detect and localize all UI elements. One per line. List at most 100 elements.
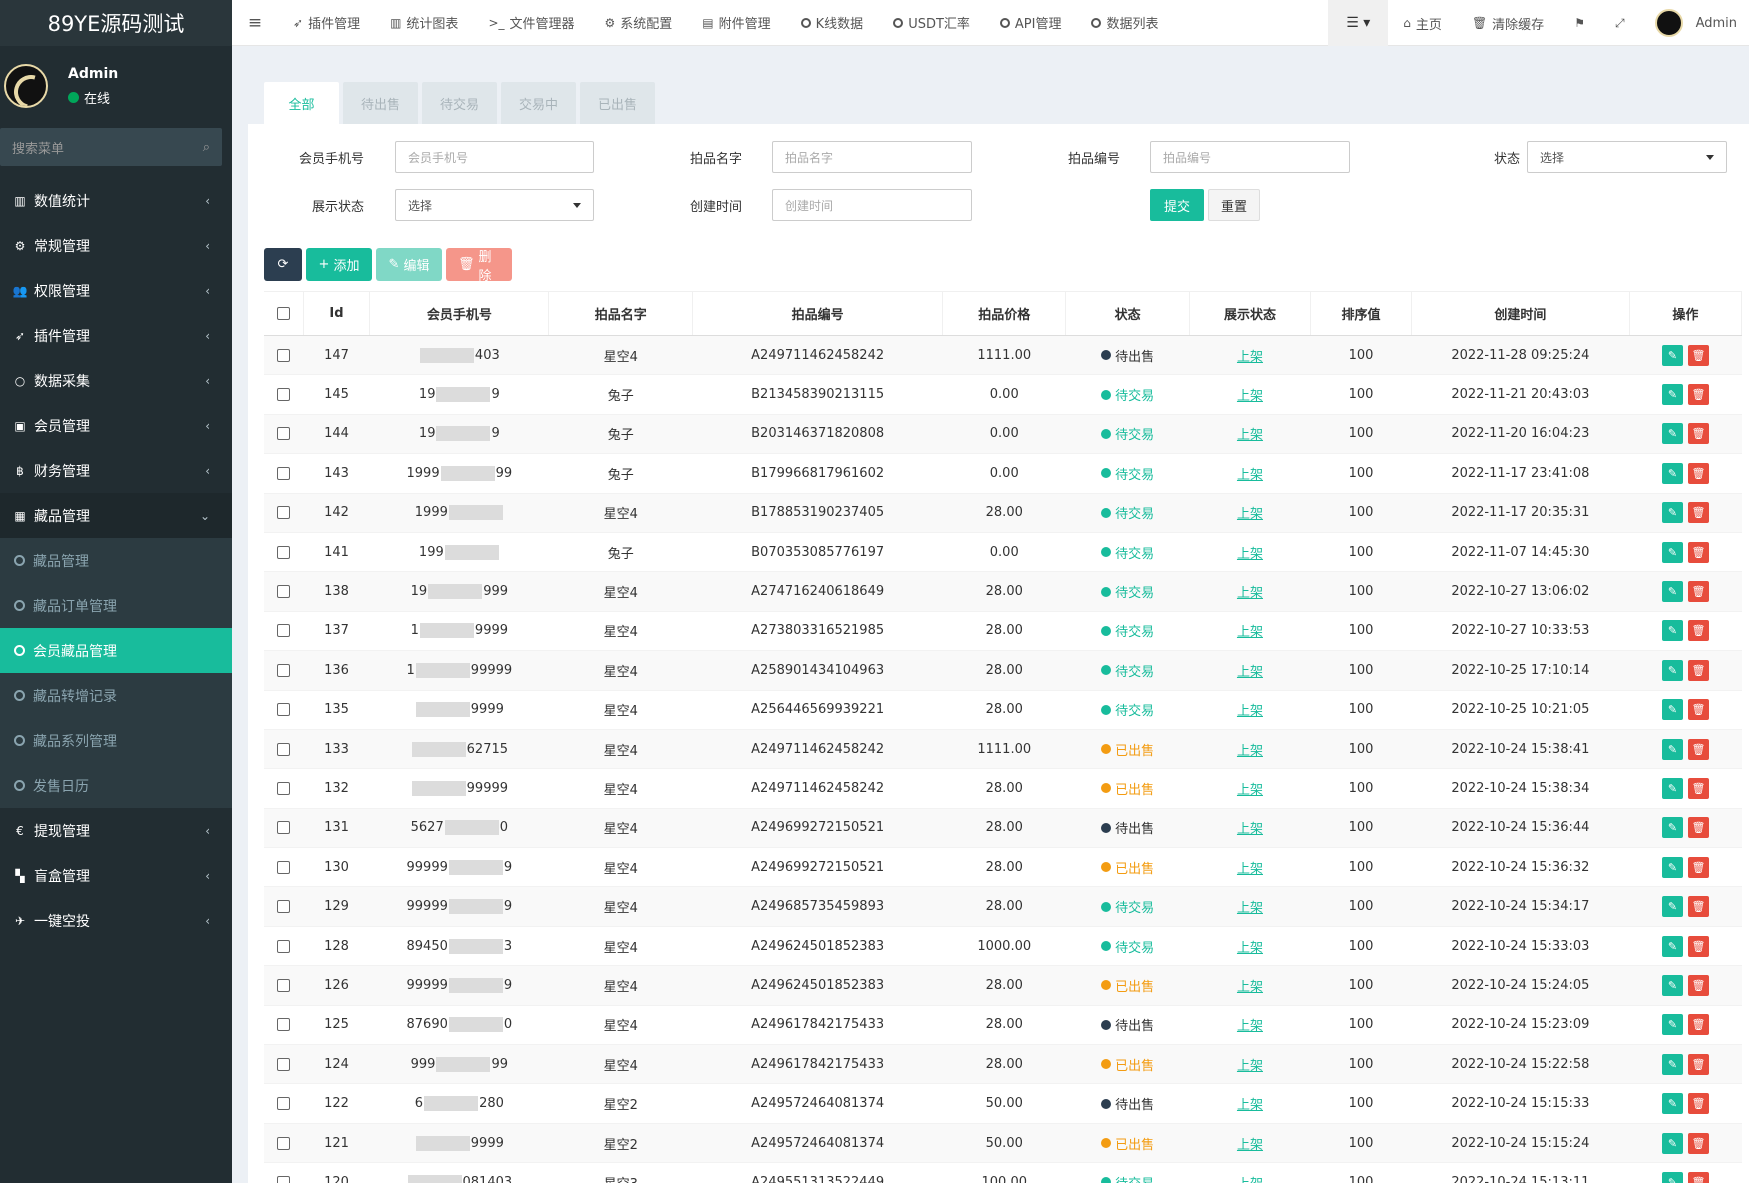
display-status-link[interactable]: 上架	[1237, 468, 1263, 483]
sidebar-item-after-0[interactable]: € 提现管理 ‹	[0, 808, 232, 853]
row-edit-icon[interactable]: ✎	[1661, 1171, 1683, 1183]
table-row[interactable]: 142 1999 星空4 B178853190237405 28.00 待交易 上架 100 2…	[264, 493, 1742, 533]
sidebar-item-3[interactable]: ➶ 插件管理 ‹	[0, 313, 232, 358]
name-input[interactable]: 拍品名字	[772, 141, 972, 173]
display-status-link[interactable]: 上架	[1237, 901, 1263, 916]
display-status-link[interactable]: 上架	[1237, 389, 1263, 404]
sidebar-item-0[interactable]: ▥ 数值统计 ‹	[0, 178, 232, 223]
display-status-link[interactable]: 上架	[1237, 1177, 1263, 1183]
row-delete-icon[interactable]: 🗑	[1687, 777, 1709, 799]
row-edit-icon[interactable]: ✎	[1661, 777, 1683, 799]
nav-link-2[interactable]: >_ 文件管理器	[473, 0, 589, 46]
display-status-link[interactable]: 上架	[1237, 1098, 1263, 1113]
table-row[interactable]: 133 62715 星空4 A249711462458242 1111.00 已出售 上架 1…	[264, 729, 1742, 770]
tab-0[interactable]: 全部	[264, 82, 339, 124]
sidebar-subitem-5[interactable]: 发售日历	[0, 763, 232, 808]
row-edit-icon[interactable]: ✎	[1661, 1053, 1683, 1075]
created-time-input[interactable]: 创建时间	[772, 189, 972, 221]
phone-input[interactable]: 会员手机号	[395, 141, 594, 173]
edit-button[interactable]: ✎ 编辑	[376, 248, 442, 281]
nav-link-0[interactable]: ➶ 插件管理	[278, 0, 375, 46]
row-checkbox[interactable]	[277, 939, 291, 953]
row-delete-icon[interactable]: 🗑	[1687, 462, 1709, 484]
nav-link-6[interactable]: USDT汇率	[878, 0, 985, 46]
sidebar-subitem-2[interactable]: 会员藏品管理	[0, 628, 232, 673]
submit-button[interactable]: 提交	[1150, 189, 1204, 221]
row-edit-icon[interactable]: ✎	[1661, 423, 1683, 445]
nav-link-8[interactable]: 数据列表	[1076, 0, 1173, 46]
row-checkbox[interactable]	[277, 1018, 291, 1032]
admin-menu[interactable]: Admin	[1640, 0, 1749, 46]
sidebar-toggle-icon[interactable]: ≡	[232, 13, 278, 33]
sidebar-subitem-4[interactable]: 藏品系列管理	[0, 718, 232, 763]
column-header[interactable]: 会员手机号	[369, 291, 550, 336]
nav-link-4[interactable]: ▤ 附件管理	[687, 0, 785, 46]
sidebar-item-4[interactable]: ○ 数据采集 ‹	[0, 358, 232, 403]
row-delete-icon[interactable]: 🗑	[1687, 423, 1709, 445]
table-row[interactable]: 145 19 9 兔子 B213458390213115 0.00 待交易 上架 100 2022…	[264, 374, 1742, 415]
table-row[interactable]: 121 9999 星空2 A249572464081374 50.00 已出售 上架 100 2…	[264, 1123, 1742, 1164]
row-delete-icon[interactable]: 🗑	[1687, 974, 1709, 996]
row-edit-icon[interactable]: ✎	[1661, 1014, 1683, 1036]
row-delete-icon[interactable]: 🗑	[1687, 344, 1709, 366]
row-edit-icon[interactable]: ✎	[1661, 620, 1683, 642]
status-select[interactable]: 选择	[1527, 141, 1727, 173]
display-status-link[interactable]: 上架	[1237, 744, 1263, 759]
row-edit-icon[interactable]: ✎	[1661, 581, 1683, 603]
nav-link-3[interactable]: ⚙ 系统配置	[590, 0, 688, 46]
row-delete-icon[interactable]: 🗑	[1687, 1014, 1709, 1036]
row-checkbox[interactable]	[277, 663, 291, 677]
table-row[interactable]: 132 99999 星空4 A249711462458242 28.00 已出售 上架 100…	[264, 768, 1742, 809]
sidebar-subitem-1[interactable]: 藏品订单管理	[0, 583, 232, 628]
row-checkbox[interactable]	[277, 624, 291, 638]
display-status-link[interactable]: 上架	[1237, 350, 1263, 365]
column-header[interactable]: Id	[303, 291, 371, 336]
row-checkbox[interactable]	[277, 900, 291, 914]
tab-3[interactable]: 交易中	[501, 82, 576, 124]
row-delete-icon[interactable]: 🗑	[1687, 502, 1709, 524]
row-delete-icon[interactable]: 🗑	[1687, 896, 1709, 918]
display-status-link[interactable]: 上架	[1237, 862, 1263, 877]
row-checkbox[interactable]	[277, 506, 291, 520]
table-row[interactable]: 143 1999 99 兔子 B179966817961602 0.00 待交易 上架 100 2…	[264, 453, 1742, 494]
display-status-link[interactable]: 上架	[1237, 1138, 1263, 1153]
row-edit-icon[interactable]: ✎	[1661, 462, 1683, 484]
column-header[interactable]: 拍品价格	[942, 291, 1067, 336]
row-checkbox[interactable]	[277, 821, 291, 835]
table-row[interactable]: 136 1 99999 星空4 A258901434104963 28.00 待交易 上架 10…	[264, 650, 1742, 691]
display-status-link[interactable]: 上架	[1237, 507, 1263, 522]
table-row[interactable]: 137 1 9999 星空4 A273803316521985 28.00 待交易 上架 100…	[264, 611, 1742, 652]
tab-1[interactable]: 待出售	[343, 82, 418, 124]
display-status-link[interactable]: 上架	[1237, 783, 1263, 798]
tab-2[interactable]: 待交易	[422, 82, 497, 124]
nav-link-7[interactable]: API管理	[985, 0, 1077, 46]
table-row[interactable]: 135 9999 星空4 A256446569939221 28.00 待交易 上架 100 2…	[264, 690, 1742, 730]
column-header[interactable]: 拍品名字	[548, 291, 694, 336]
row-delete-icon[interactable]: 🗑	[1687, 620, 1709, 642]
fullscreen-icon[interactable]: ⤢	[1600, 0, 1640, 46]
row-delete-icon[interactable]: 🗑	[1687, 581, 1709, 603]
row-edit-icon[interactable]: ✎	[1661, 1093, 1683, 1115]
row-checkbox[interactable]	[277, 860, 291, 874]
row-checkbox[interactable]	[277, 466, 291, 480]
reset-button[interactable]: 重置	[1208, 189, 1260, 221]
row-checkbox[interactable]	[277, 585, 291, 599]
display-status-link[interactable]: 上架	[1237, 586, 1263, 601]
clear-cache-link[interactable]: 🗑 清除缓存	[1457, 0, 1559, 46]
row-delete-icon[interactable]: 🗑	[1687, 738, 1709, 760]
table-row[interactable]: 130 99999 9 星空4 A249699272150521 28.00 已出售 上架 10…	[264, 847, 1742, 888]
nav-link-5[interactable]: K线数据	[786, 0, 879, 46]
table-row[interactable]: 144 19 9 兔子 B203146371820808 0.00 待交易 上架 100 2022…	[264, 414, 1742, 455]
row-checkbox[interactable]	[277, 978, 291, 992]
sidebar-item-2[interactable]: 👥 权限管理 ‹	[0, 268, 232, 313]
table-row[interactable]: 147 403 星空4 A249711462458242 1111.00 待出售 上架 100…	[264, 335, 1742, 376]
row-checkbox[interactable]	[277, 388, 291, 402]
row-edit-icon[interactable]: ✎	[1661, 817, 1683, 839]
code-input[interactable]: 拍品编号	[1150, 141, 1350, 173]
row-delete-icon[interactable]: 🗑	[1687, 699, 1709, 721]
tab-4[interactable]: 已出售	[580, 82, 655, 124]
menu-search-input[interactable]: 搜索菜单 ⌕	[0, 128, 222, 166]
table-row[interactable]: 131 5627 0 星空4 A249699272150521 28.00 待出售 上架 100…	[264, 808, 1742, 849]
sidebar-subitem-3[interactable]: 藏品转增记录	[0, 673, 232, 718]
row-delete-icon[interactable]: 🗑	[1687, 1132, 1709, 1154]
